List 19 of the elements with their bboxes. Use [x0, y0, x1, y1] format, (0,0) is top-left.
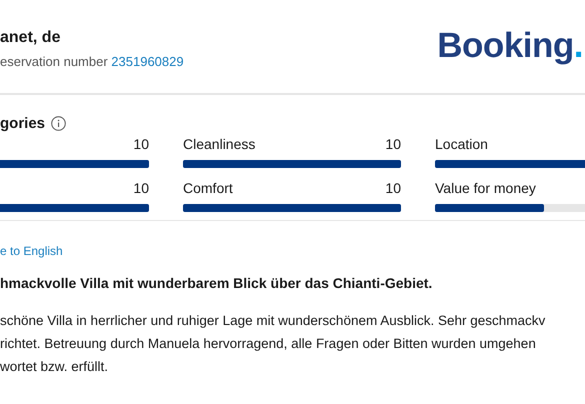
- section-title: gories: [0, 115, 46, 132]
- category-label: Location: [435, 136, 488, 154]
- logo: Booking.: [437, 26, 583, 67]
- info-icon[interactable]: [51, 116, 66, 131]
- review-text: schöne Villa in herrlicher und ruhiger Lage mit wunderschönem Ausblick. Sehr geschmackv: [0, 312, 546, 330]
- category-score: 10: [385, 180, 401, 198]
- review-text: wortet bzw. erfüllt.: [0, 358, 108, 376]
- guest-name: anet, de: [0, 29, 62, 47]
- category-label: Cleanliness: [183, 136, 256, 154]
- category-score: 10: [133, 180, 149, 198]
- category-label: Comfort: [183, 180, 233, 198]
- category-score: 10: [385, 136, 401, 154]
- reservation-number-link[interactable]: 2351960829: [111, 54, 184, 69]
- review-title: hmackvolle Villa mit wunderbarem Blick über das Chianti-Gebiet.: [0, 275, 434, 291]
- category-score: 10: [133, 136, 149, 154]
- translate-link[interactable]: e to English: [0, 244, 63, 258]
- review-text: richtet. Betreuung durch Manuela hervorragend, alle Fragen oder Bitten wurden umgehen: [0, 335, 536, 353]
- reservation-label: eservation number: [0, 54, 108, 69]
- category-label: Value for money: [435, 180, 536, 198]
